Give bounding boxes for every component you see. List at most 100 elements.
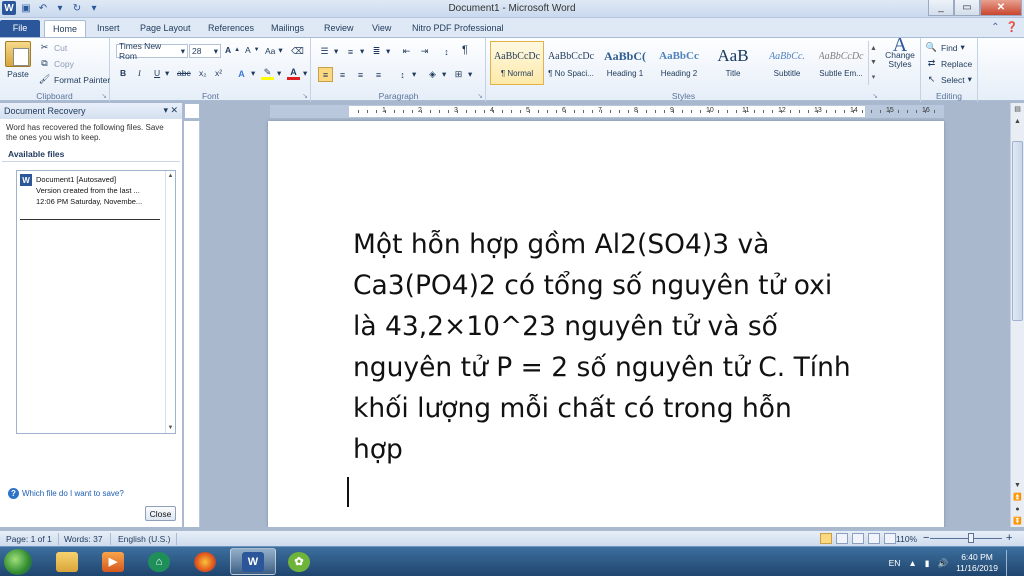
font-family-select[interactable]: Times New Rom ▾ [116,41,188,61]
align-center-button[interactable]: ≡ [336,68,349,81]
line-spacing-button[interactable]: ↕ ▾ [396,68,416,81]
paragraph-launcher-icon[interactable]: ↘ [477,92,483,100]
find-button[interactable]: 🔍 Find ▾ [925,41,965,54]
font-size-select[interactable]: 28 ▾ [189,44,221,58]
clock[interactable]: 6:40 PM 11/16/2019 [956,552,998,574]
recovery-help-link[interactable]: ? Which file do I want to save? [8,488,124,499]
word-count[interactable]: Words: 37 [64,534,103,544]
file-list-scrollbar[interactable]: ▲ ▼ [165,171,175,433]
change-styles-button[interactable]: A Change Styles [882,35,918,69]
horizontal-ruler[interactable]: 1 2 3 4 5 6 7 8 9 10 11 12 13 14 15 16 [270,105,944,118]
minimize-ribbon-icon[interactable]: ⌃ [991,22,999,33]
document-page[interactable]: Một hỗn hợp gồm Al2(SO4)3 và Ca3(PO4)2 có… [268,121,944,527]
superscript-button[interactable]: x² [215,68,222,78]
shading-button[interactable]: ◈ ▾ [426,68,446,81]
minimize-button[interactable]: _ [928,0,954,16]
underline-dropdown-icon[interactable]: ▾ [165,68,169,79]
taskbar-explorer[interactable] [44,548,90,575]
previous-page-icon[interactable]: ⏫ [1011,491,1024,503]
full-screen-reading-icon[interactable] [836,533,848,544]
tab-page-layout[interactable]: Page Layout [132,20,199,37]
font-launcher-icon[interactable]: ↘ [302,92,308,100]
shrink-font-button[interactable]: A ▼ [245,45,260,55]
tab-selector[interactable] [184,103,200,119]
document-line[interactable]: hợp [353,429,893,470]
document-line[interactable]: nguyên tử P = 2 số nguyên tử C. Tính [353,347,893,388]
increase-indent-button[interactable]: ⇥ [418,45,431,58]
page-count[interactable]: Page: 1 of 1 [6,534,52,544]
zoom-in-button[interactable]: + [1006,532,1012,544]
language-status[interactable]: English (U.S.) [118,534,170,544]
tab-home[interactable]: Home [44,20,87,37]
tab-view[interactable]: View [364,20,399,37]
scroll-up-icon[interactable]: ▲ [870,45,877,52]
align-right-button[interactable]: ≡ [354,68,367,81]
style-subtle-emphasis[interactable]: AaBbCcDc Subtle Em... [814,41,868,85]
web-layout-icon[interactable] [852,533,864,544]
network-icon[interactable]: ▮ [925,558,930,569]
style-subtitle[interactable]: AaBbCc. Subtitle [760,41,814,85]
font-color-button[interactable]: A ▾ [287,67,307,80]
select-button[interactable]: ↖ Select ▾ [925,73,972,86]
zoom-slider-knob[interactable] [968,533,974,543]
document-line[interactable]: khối lượng mỗi chất có trong hỗn [353,388,893,429]
zoom-out-button[interactable]: − [923,532,929,544]
style-title[interactable]: AaB Title [706,41,760,85]
replace-button[interactable]: ⇄ Replace [925,57,972,70]
recovered-file-item[interactable]: W Document1 [Autosaved] Version created … [20,174,160,207]
cut-button[interactable]: ✂ Cut [38,41,68,54]
taskbar-app-clover[interactable]: ✿ [276,548,322,575]
document-line[interactable]: Ca3(PO4)2 có tổng số nguyên tử oxi [353,265,893,306]
input-language[interactable]: EN [889,558,901,568]
clipboard-launcher-icon[interactable]: ↘ [101,92,107,100]
style-no-spacing[interactable]: AaBbCcDc ¶ No Spaci... [544,41,598,85]
zoom-slider-track[interactable] [930,538,1002,539]
vertical-ruler[interactable] [184,121,200,527]
zoom-level[interactable]: 110% [896,534,917,544]
vertical-scrollbar[interactable]: ▤ ▲ ▼ ⏫ ● ⏬ [1010,103,1024,527]
decrease-indent-button[interactable]: ⇤ [400,45,413,58]
taskbar-media-player[interactable]: ▶ [90,548,136,575]
format-painter-button[interactable]: 🖌 Format Painter [38,73,110,86]
style-heading-1[interactable]: AaBbC(Heading 1 [598,41,652,85]
highlight-button[interactable]: ✎ ▾ [261,67,281,80]
document-line[interactable]: Một hỗn hợp gồm Al2(SO4)3 và [353,224,893,265]
tab-file[interactable]: File [0,20,40,37]
change-case-button[interactable]: Aa ▾ [265,45,283,56]
text-effects-button[interactable]: A ▾ [235,67,255,80]
justify-button[interactable]: ≡ [372,68,385,81]
browse-object-icon[interactable]: ● [1011,503,1024,515]
scroll-down-icon[interactable]: ▼ [168,425,174,431]
volume-icon[interactable]: 🔊 [937,558,948,569]
ruler-toggle-icon[interactable]: ▤ [1011,103,1024,115]
italic-button[interactable]: I [138,68,141,78]
show-desktop-button[interactable] [1006,550,1016,576]
styles-launcher-icon[interactable]: ↘ [872,92,878,100]
tab-insert[interactable]: Insert [89,20,128,37]
print-layout-view-icon[interactable] [820,533,832,544]
bold-button[interactable]: B [120,68,126,78]
underline-button[interactable]: U [154,68,160,78]
restore-button[interactable]: ▭ [954,0,980,16]
tab-review[interactable]: Review [316,20,362,37]
document-line[interactable]: là 43,2×10^23 nguyên tử và số [353,306,893,347]
more-styles-icon[interactable]: ▾ [872,73,876,81]
help-icon[interactable]: ❓ [1006,22,1018,33]
recovery-close-button[interactable]: Close [145,506,176,521]
taskbar-firefox[interactable] [182,548,228,575]
grow-font-button[interactable]: A ▲ [225,45,240,55]
next-page-icon[interactable]: ⏬ [1011,515,1024,527]
style-heading-2[interactable]: AaBbCc Heading 2 [652,41,706,85]
style-normal[interactable]: AaBbCcDc ¶ Normal [490,41,544,85]
scroll-down-icon[interactable]: ▼ [870,59,877,66]
start-button[interactable] [4,549,32,575]
scroll-thumb[interactable] [1012,141,1023,321]
scroll-up-icon[interactable]: ▲ [168,173,174,179]
strikethrough-button[interactable]: abc [177,68,191,78]
show-formatting-button[interactable]: ¶ [462,44,468,56]
sort-button[interactable]: ↕ [440,45,453,58]
multilevel-list-button[interactable]: ≣ ▾ [370,45,391,58]
align-left-button[interactable]: ≡ [318,67,333,82]
tab-mailings[interactable]: Mailings [263,20,312,37]
draft-view-icon[interactable] [884,533,896,544]
